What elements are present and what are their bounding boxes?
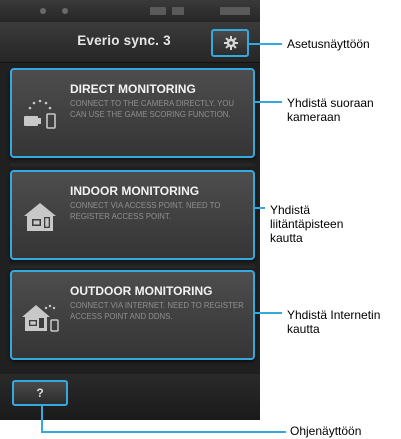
settings-callout: Asetusnäyttöön	[287, 37, 370, 51]
callout-line	[41, 406, 43, 433]
callout-line	[255, 101, 282, 103]
outdoor-monitoring-card[interactable]: OUTDOOR MONITORING CONNECT VIA INTERNET.…	[10, 270, 255, 360]
callout-line	[255, 312, 282, 314]
phone-screen: Everio sync. 3 DIRECT MONITORING CONNECT…	[0, 0, 260, 420]
status-dot-icon	[62, 8, 68, 14]
card-divider	[10, 158, 255, 166]
direct-callout: Yhdistä suoraan kameraan	[287, 96, 374, 124]
card-description: CONNECT VIA ACCESS POINT. NEED TO REGIST…	[70, 201, 221, 221]
status-bar	[0, 0, 260, 22]
direct-camera-icon	[24, 99, 56, 129]
callout-line	[249, 43, 282, 45]
card-divider	[10, 260, 255, 268]
gear-icon	[224, 36, 238, 50]
settings-button[interactable]	[211, 29, 249, 57]
house-wifi-icon	[22, 304, 59, 332]
card-description: CONNECT VIA INTERNET. NEED TO REGISTER A…	[70, 301, 244, 321]
card-title: OUTDOOR MONITORING	[70, 284, 213, 298]
help-callout: Ohjenäyttöön	[290, 424, 362, 438]
card-title: INDOOR MONITORING	[70, 184, 200, 198]
signal-status-icon	[172, 7, 184, 15]
status-dot-icon	[40, 8, 46, 14]
callout-line	[41, 431, 286, 433]
direct-monitoring-card[interactable]: DIRECT MONITORING CONNECT TO THE CAMERA …	[10, 68, 255, 158]
battery-status-icon	[220, 7, 250, 15]
card-title: DIRECT MONITORING	[70, 82, 196, 96]
house-icon	[24, 203, 56, 231]
help-button[interactable]: ?	[12, 380, 68, 406]
indoor-monitoring-card[interactable]: INDOOR MONITORING CONNECT VIA ACCESS POI…	[10, 170, 255, 260]
indoor-callout: Yhdistä liitäntäpisteen kautta	[270, 203, 344, 245]
callout-line	[255, 207, 265, 209]
card-description: CONNECT TO THE CAMERA DIRECTLY. YOU CAN …	[70, 99, 235, 119]
outdoor-callout: Yhdistä Internetin kautta	[287, 308, 381, 336]
wifi-status-icon	[150, 7, 166, 15]
